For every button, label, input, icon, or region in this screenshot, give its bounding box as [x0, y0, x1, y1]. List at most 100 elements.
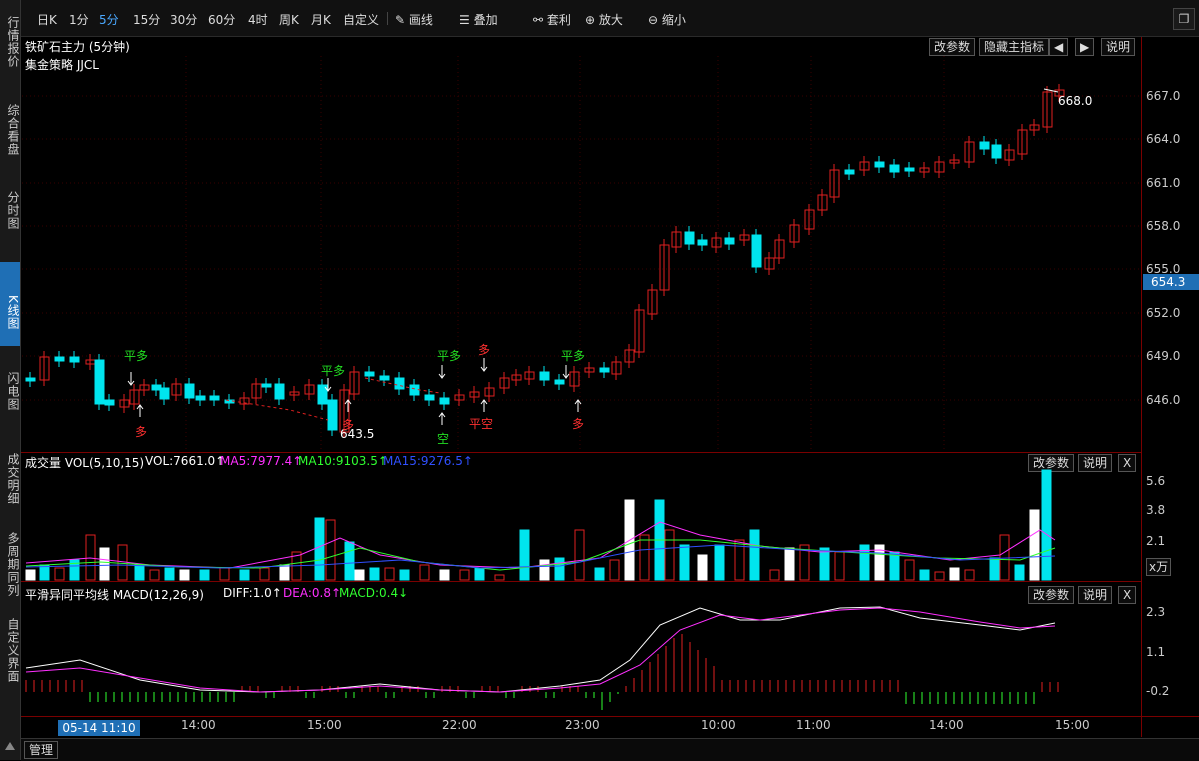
time-axis-line — [21, 716, 1199, 717]
volume-ma10: MA10:9103.5↑ — [298, 454, 388, 468]
time-tick: 14:00 — [929, 718, 964, 732]
sidebar-tab-timeshare[interactable]: 分时图 — [0, 180, 20, 240]
macd-diff: DIFF:1.0↑ — [223, 586, 282, 600]
macd-tick: -0.2 — [1146, 684, 1170, 698]
sidebar-tab-quotes[interactable]: 行情报价 — [0, 8, 20, 76]
price-tick: 646.0 — [1146, 393, 1181, 407]
time-tick: 23:00 — [565, 718, 600, 732]
toolbar: 日K 1分 5分 15分 30分 60分 4时 周K 月K 自定义 ✎ 画线 ☰… — [21, 0, 1199, 37]
volume-ma5: MA5:7977.4↑ — [220, 454, 303, 468]
draw-line-label: 画线 — [408, 13, 433, 27]
macd-close-button[interactable]: X — [1118, 586, 1137, 604]
price-tick: 664.0 — [1146, 132, 1181, 146]
price-tick: 652.0 — [1146, 306, 1181, 320]
sidebar-tab-trades[interactable]: 成交明细 — [0, 448, 20, 510]
stack-icon: ☰ — [459, 13, 470, 27]
left-sidebar: 行情报价 综合看盘 分时图 K线图 闪电图 成交明细 多周期同列 自定义界面 — [0, 0, 21, 760]
period-month[interactable]: 月K — [311, 11, 331, 28]
toolbar-divider — [387, 12, 388, 25]
next-arrow-icon[interactable]: ▶ — [1075, 38, 1095, 56]
macd-title: 平滑异同平均线 MACD(12,26,9) — [25, 588, 204, 602]
volume-close-button[interactable]: X — [1118, 454, 1137, 472]
volume-help-button[interactable]: 说明 — [1078, 454, 1113, 472]
kline-panel: 铁矿石主力 (5分钟) 集金策略 JJCL 改参数 隐藏主指标 ◀ ▶ 说明 — [21, 37, 1141, 453]
period-4h[interactable]: 4时 — [248, 11, 268, 28]
link-icon: ⚯ — [533, 13, 544, 27]
high-price-label: 668.0 — [1058, 94, 1093, 108]
volume-tick: 3.8 — [1146, 503, 1166, 517]
period-day[interactable]: 日K — [37, 11, 57, 28]
bottom-bar: 管理 — [21, 738, 1199, 761]
time-tick: 14:00 — [181, 718, 216, 732]
pencil-icon: ✎ — [395, 13, 406, 27]
signal-close-long: 平多 — [437, 349, 462, 363]
time-tick: 15:00 — [1055, 718, 1090, 732]
signal-long: 多 — [135, 425, 148, 439]
zoom-in-label: 放大 — [598, 13, 623, 27]
period-30min[interactable]: 30分 — [170, 11, 197, 28]
sidebar-tab-multi-period[interactable]: 多周期同列 — [0, 528, 20, 600]
time-tick: 22:00 — [442, 718, 477, 732]
signal-long: 多 — [478, 343, 491, 357]
signal-close-short: 平空 — [469, 417, 494, 431]
instrument-title: 铁矿石主力 (5分钟) — [25, 40, 130, 54]
signal-short: 空 — [437, 432, 450, 446]
collapse-arrow-icon[interactable] — [5, 742, 15, 750]
macd-panel: 平滑异同平均线 MACD(12,26,9) DIFF:1.0↑ DEA:0.8↑… — [21, 582, 1141, 716]
sidebar-tab-flash[interactable]: 闪电图 — [0, 366, 20, 416]
period-1min[interactable]: 1分 — [69, 11, 89, 28]
zoom-in-button[interactable]: ⊕ 放大 — [585, 11, 623, 28]
arbitrage-button[interactable]: ⚯ 套利 — [533, 11, 571, 28]
axis-divider — [1141, 37, 1142, 737]
overlay-label: 叠加 — [473, 13, 498, 27]
price-tick: 649.0 — [1146, 349, 1181, 363]
macd-value: MACD:0.4↓ — [339, 586, 409, 600]
period-60min[interactable]: 60分 — [208, 11, 235, 28]
macd-help-button[interactable]: 说明 — [1078, 586, 1113, 604]
macd-edit-params-button[interactable]: 改参数 — [1028, 586, 1075, 604]
edit-params-button[interactable]: 改参数 — [929, 38, 976, 56]
sidebar-tab-custom[interactable]: 自定义界面 — [0, 614, 20, 686]
prev-arrow-icon[interactable]: ◀ — [1049, 38, 1069, 56]
signal-long: 多 — [572, 417, 585, 431]
manage-button[interactable]: 管理 — [24, 741, 59, 759]
volume-unit-button[interactable]: x万 — [1146, 558, 1172, 576]
time-cursor-label: 05-14 11:10 — [58, 720, 140, 736]
period-15min[interactable]: 15分 — [133, 11, 160, 28]
macd-dea: DEA:0.8↑ — [283, 586, 342, 600]
sidebar-tab-overview[interactable]: 综合看盘 — [0, 98, 20, 162]
time-tick: 15:00 — [307, 718, 342, 732]
arbitrage-label: 套利 — [546, 13, 571, 27]
volume-value: VOL:7661.0↑ — [145, 454, 226, 468]
volume-title: 成交量 VOL(5,10,15) — [25, 456, 145, 470]
current-price-tag: 654.3 — [1143, 274, 1199, 290]
draw-line-button[interactable]: ✎ 画线 — [395, 11, 433, 28]
help-button[interactable]: 说明 — [1101, 38, 1136, 56]
signal-close-long: 平多 — [124, 349, 149, 363]
period-week[interactable]: 周K — [279, 11, 299, 28]
price-tick: 667.0 — [1146, 89, 1181, 103]
hide-main-indicator-button[interactable]: 隐藏主指标 — [979, 38, 1050, 56]
volume-tick: 5.6 — [1146, 474, 1166, 488]
macd-tick: 2.3 — [1146, 605, 1166, 619]
zoom-out-icon: ⊖ — [648, 13, 659, 27]
signal-close-long: 平多 — [321, 364, 346, 378]
price-tick: 658.0 — [1146, 219, 1181, 233]
signal-long: 多 — [342, 418, 355, 432]
signal-close-long: 平多 — [561, 349, 586, 363]
zoom-in-icon: ⊕ — [585, 13, 596, 27]
restore-window-icon[interactable]: ❐ — [1173, 8, 1195, 30]
price-tick: 661.0 — [1146, 176, 1181, 190]
period-5min[interactable]: 5分 — [99, 11, 119, 28]
period-custom[interactable]: 自定义 — [343, 11, 379, 28]
time-tick: 10:00 — [701, 718, 736, 732]
overlay-button[interactable]: ☰ 叠加 — [459, 11, 498, 28]
zoom-out-button[interactable]: ⊖ 缩小 — [648, 11, 686, 28]
sidebar-tab-kline[interactable]: K线图 — [0, 262, 20, 346]
macd-tick: 1.1 — [1146, 645, 1166, 659]
volume-edit-params-button[interactable]: 改参数 — [1028, 454, 1075, 472]
zoom-out-label: 缩小 — [661, 13, 686, 27]
strategy-label: 集金策略 JJCL — [25, 58, 99, 72]
time-tick: 11:00 — [796, 718, 831, 732]
volume-tick: 2.1 — [1146, 534, 1166, 548]
